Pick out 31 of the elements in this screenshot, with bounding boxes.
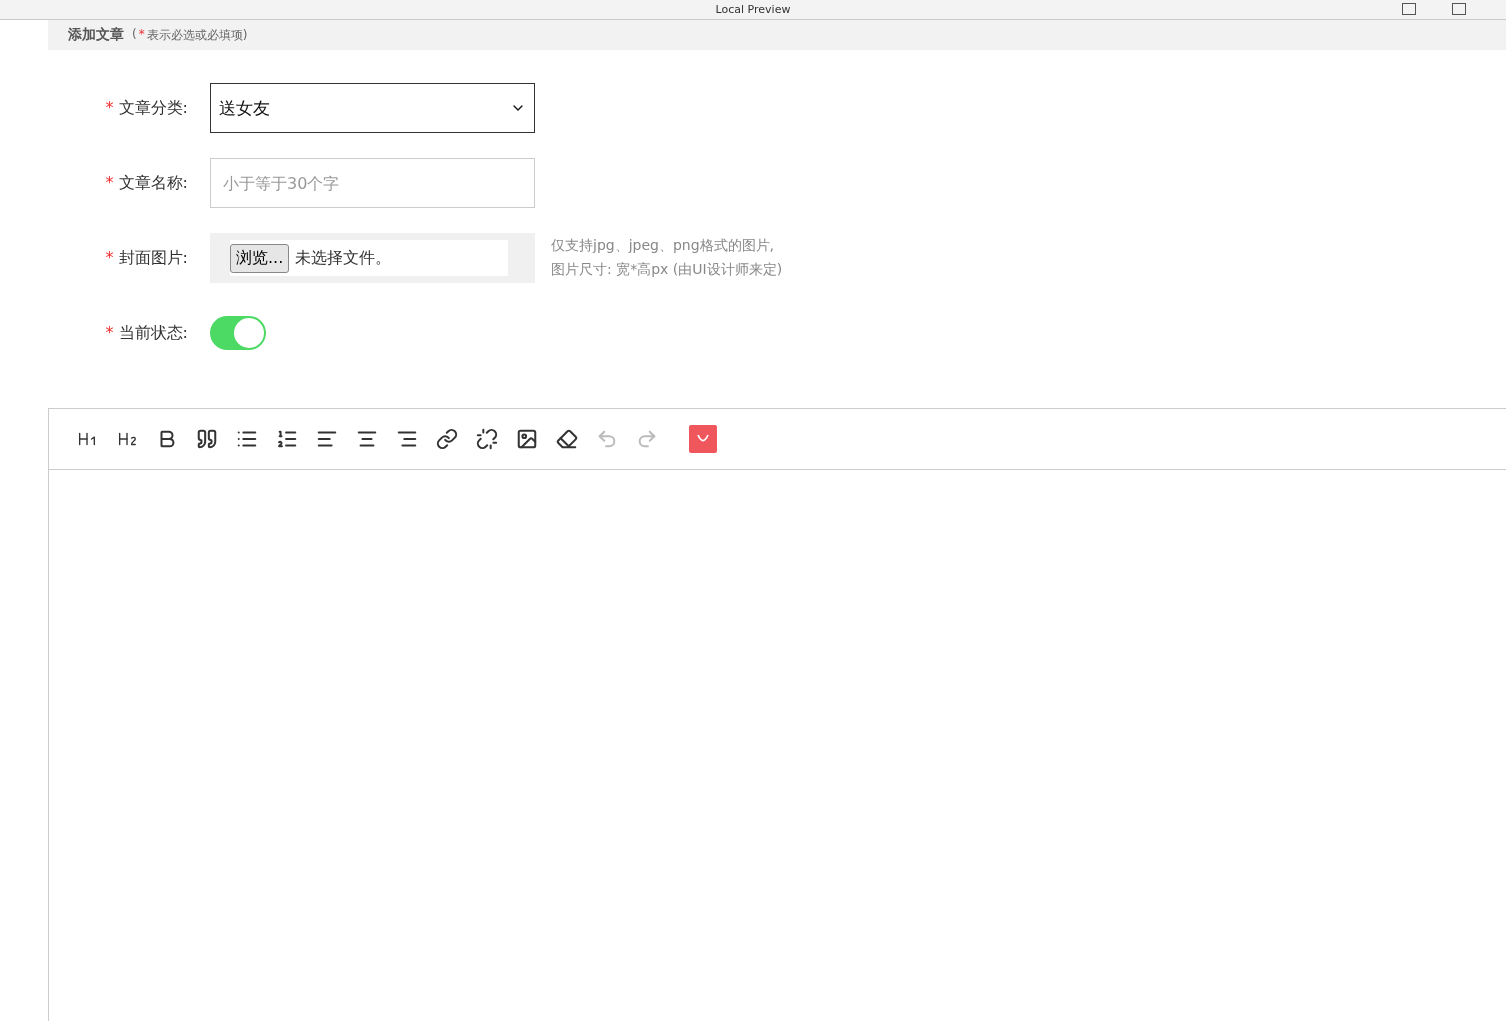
quote-icon — [196, 428, 218, 450]
hint-text: 仅支持jpg、jpeg、png格式的图片, — [551, 237, 776, 255]
status-toggle[interactable] — [210, 316, 266, 350]
required-mark: * — [105, 97, 114, 119]
bag-button[interactable] — [689, 425, 717, 453]
required-mark: * — [138, 26, 145, 43]
hint-text: 图片尺寸: 宽*高px (由UI设计师来定) — [551, 261, 783, 279]
image-icon — [516, 428, 538, 450]
file-status: 未选择文件。 — [295, 247, 392, 269]
field-label: 封面图片: — [118, 247, 188, 269]
note-text: ( — [132, 26, 137, 43]
window-title: Local Preview — [715, 3, 791, 16]
field-label: 当前状态: — [118, 322, 188, 344]
redo-icon — [636, 428, 658, 450]
required-mark: * — [105, 322, 114, 344]
category-select[interactable]: 送女友 — [210, 83, 535, 133]
field-label: 文章名称: — [118, 172, 188, 194]
required-mark: * — [105, 247, 114, 269]
note-text: 表示必选或必填项) — [146, 26, 248, 44]
unlink-icon — [476, 428, 498, 450]
field-label: 文章分类: — [118, 97, 188, 119]
window-icon[interactable] — [1452, 3, 1466, 15]
undo-icon — [596, 428, 618, 450]
window-icon[interactable] — [1402, 3, 1416, 15]
input-field[interactable]: 小于等于30个字 — [210, 158, 535, 208]
required-mark: * — [105, 172, 114, 194]
link-icon — [436, 428, 458, 450]
page-title: 添加文章 — [68, 26, 124, 44]
eraser-icon — [556, 428, 578, 450]
numbered-list-icon — [276, 428, 298, 450]
browse-button[interactable]: 浏览... — [230, 243, 290, 273]
